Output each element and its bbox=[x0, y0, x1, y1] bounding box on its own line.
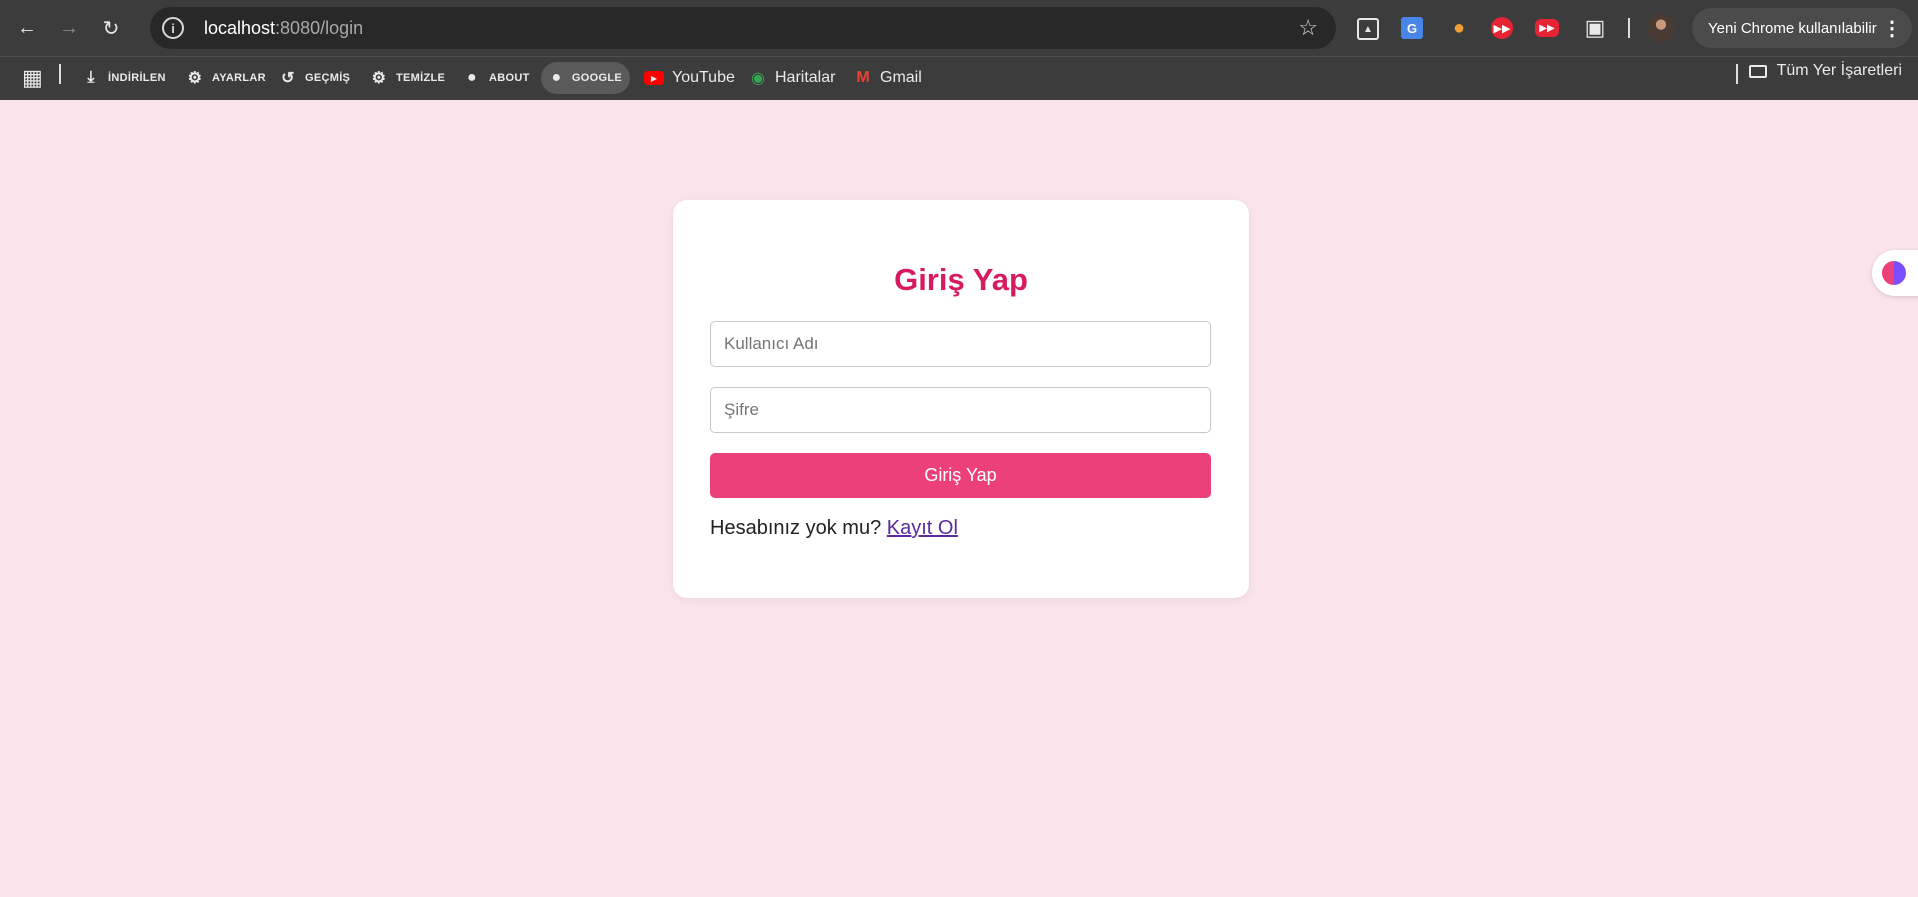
all-bookmarks-label: Tüm Yer İşaretleri bbox=[1776, 62, 1902, 79]
maps-icon: ◉ bbox=[751, 70, 765, 87]
folder-icon bbox=[1748, 64, 1767, 78]
brain-icon bbox=[1882, 261, 1906, 285]
signup-row: Hesabınız yok mu? Kayıt Ol bbox=[710, 517, 958, 540]
bookmark-gecmis[interactable]: ↺ GEÇMİŞ bbox=[271, 62, 358, 94]
bookmark-about[interactable]: ● ABOUT bbox=[455, 62, 538, 94]
signup-prompt: Hesabınız yok mu? bbox=[710, 517, 882, 539]
apps-grid-icon[interactable]: ▦ bbox=[22, 65, 43, 91]
login-title: Giriş Yap bbox=[894, 262, 1028, 297]
login-button[interactable]: Giriş Yap bbox=[710, 453, 1211, 498]
image-extension-icon[interactable]: ▲ bbox=[1357, 18, 1379, 40]
browser-toolbar: ← → ↻ i localhost:8080/login ☆ ▲ G ● ▶▶ … bbox=[0, 0, 1918, 56]
back-arrow-icon[interactable]: ← bbox=[12, 13, 42, 43]
bookmarks-divider bbox=[1736, 64, 1738, 84]
bookmark-google[interactable]: ● GOOGLE bbox=[541, 62, 630, 94]
side-extension-widget[interactable] bbox=[1872, 250, 1918, 296]
youtube-icon: ▶ bbox=[644, 71, 664, 85]
gear-icon: ⚙ bbox=[187, 70, 203, 87]
reload-icon[interactable]: ↻ bbox=[96, 13, 126, 43]
address-bar[interactable]: i localhost:8080/login ☆ bbox=[150, 7, 1336, 49]
url-path: :8080/login bbox=[275, 17, 364, 38]
bookmark-ayarlar[interactable]: ⚙ AYARLAR bbox=[178, 62, 274, 94]
toolbar-divider bbox=[1628, 18, 1630, 38]
bookmark-haritalar[interactable]: ◉ Haritalar bbox=[741, 62, 843, 94]
youtube-extension-icon[interactable]: ▶▶ bbox=[1535, 19, 1559, 37]
bookmarks-divider bbox=[59, 64, 61, 84]
translate-extension-icon[interactable]: G bbox=[1401, 17, 1423, 39]
username-input[interactable] bbox=[710, 321, 1211, 367]
address-url[interactable]: localhost:8080/login bbox=[204, 18, 363, 39]
bookmark-indirilen[interactable]: ⤓ İNDİRİLEN bbox=[74, 62, 174, 94]
bookmark-label: İNDİRİLEN bbox=[108, 72, 166, 84]
download-icon: ⤓ bbox=[87, 69, 95, 86]
extensions-puzzle-icon[interactable]: ▣ bbox=[1581, 14, 1609, 42]
bookmark-temizle[interactable]: ⚙ TEMİZLE bbox=[362, 62, 453, 94]
globe-icon: ● bbox=[551, 69, 562, 86]
bookmark-label: GEÇMİŞ bbox=[305, 72, 351, 84]
gear-icon: ⚙ bbox=[371, 70, 387, 87]
person-check-extension-icon[interactable]: ● bbox=[1445, 14, 1473, 42]
login-card: Giriş Yap Giriş Yap Hesabınız yok mu? Ka… bbox=[673, 200, 1249, 598]
update-label: Yeni Chrome kullanılabilir bbox=[1708, 19, 1877, 37]
profile-avatar[interactable] bbox=[1647, 14, 1675, 42]
bookmark-label: ABOUT bbox=[489, 72, 530, 84]
password-input[interactable] bbox=[710, 387, 1211, 433]
kebab-menu-icon[interactable]: ⋮ bbox=[1882, 16, 1902, 41]
bookmark-label: Haritalar bbox=[775, 69, 836, 86]
all-bookmarks-button[interactable]: Tüm Yer İşaretleri bbox=[1748, 62, 1902, 80]
forward-arrow-icon[interactable]: → bbox=[54, 13, 84, 43]
site-info-icon[interactable]: i bbox=[162, 17, 184, 39]
bookmark-label: GOOGLE bbox=[571, 72, 622, 84]
bookmark-youtube[interactable]: ▶ YouTube bbox=[636, 62, 743, 94]
bookmark-label: AYARLAR bbox=[212, 72, 266, 84]
bookmark-label: TEMİZLE bbox=[396, 72, 446, 84]
bookmark-star-icon[interactable]: ☆ bbox=[1298, 15, 1318, 41]
bookmark-label: YouTube bbox=[672, 69, 735, 86]
fast-forward-extension-icon[interactable]: ▶▶ bbox=[1491, 17, 1513, 39]
chrome-update-button[interactable]: Yeni Chrome kullanılabilir ⋮ bbox=[1692, 8, 1912, 48]
bookmark-gmail[interactable]: M Gmail bbox=[846, 62, 930, 94]
globe-icon: ● bbox=[467, 69, 477, 86]
history-icon: ↺ bbox=[281, 70, 295, 87]
gmail-icon: M bbox=[856, 69, 870, 86]
bookmark-label: Gmail bbox=[880, 69, 922, 86]
signup-link[interactable]: Kayıt Ol bbox=[887, 517, 958, 539]
url-host: localhost bbox=[204, 17, 276, 38]
